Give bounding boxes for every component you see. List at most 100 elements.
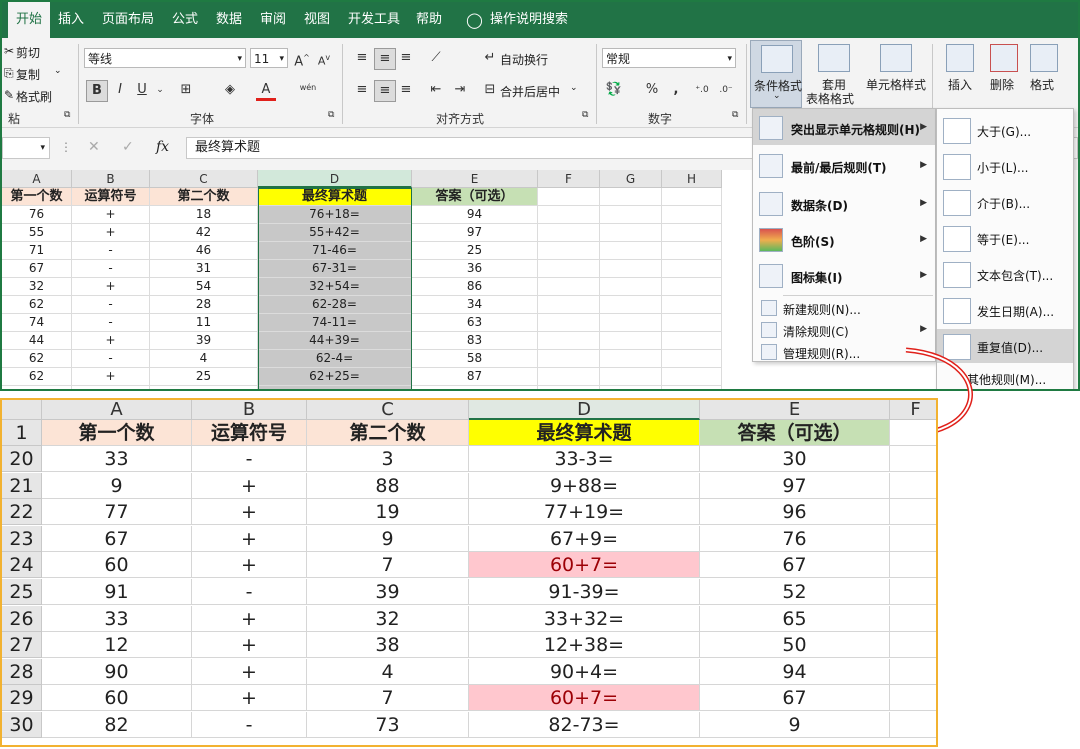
format-painter-icon[interactable]: ✎ [4,88,14,102]
row-header[interactable]: 29 [2,685,42,712]
table-cell[interactable]: + [192,552,307,579]
table-cell[interactable]: 82 [42,712,192,738]
header-cell[interactable]: 第二个数 [307,420,469,446]
table-cell[interactable]: 12+38= [469,632,700,659]
table-cell[interactable]: 73 [307,712,469,738]
tab-formulas[interactable]: 公式 [172,2,198,38]
row-header[interactable]: 26 [2,605,42,632]
select-all-corner[interactable] [2,400,42,420]
table-cell[interactable]: 52 [700,579,890,605]
table-cell[interactable] [538,206,600,224]
table-cell[interactable]: 67+9= [469,525,700,552]
table-cell[interactable] [662,206,722,224]
table-cell[interactable] [600,260,662,278]
table-cell[interactable]: 74 [2,314,72,332]
table-cell[interactable]: 39 [307,579,469,605]
percent-button[interactable]: % [642,80,662,100]
table-cell[interactable] [662,368,722,386]
zoomed-sheet-grid[interactable]: A B C D E F 1 第一个数 运算符号 第二个数 最终算术题 答案（可选） 20 33-3 33-3… [0,398,938,747]
column-header-f[interactable]: F [538,170,600,188]
table-cell[interactable]: 71 [2,242,72,260]
column-header-a[interactable]: A [2,170,72,188]
insert-cells-button[interactable]: 插入 [942,40,982,108]
accounting-format-icon[interactable]: 💱 [604,80,624,100]
fill-color-icon[interactable]: ◈ [220,80,240,100]
row-header[interactable]: 22 [2,499,42,526]
table-cell[interactable] [890,579,936,605]
menu-item-icon-sets[interactable]: 图标集(I) ▶ [753,257,935,293]
table-cell[interactable] [890,473,936,499]
menu-item-highlight-cell-rules[interactable]: 突出显示单元格规则(H) ▶ [753,109,935,145]
table-cell[interactable]: 55 [2,224,72,242]
chevron-down-icon[interactable]: ⌄ [150,80,170,100]
table-cell[interactable]: 77+19= [469,499,700,526]
table-cell[interactable]: 63 [412,314,538,332]
decrease-indent-icon[interactable]: ⇤ [426,80,446,100]
table-cell[interactable]: - [72,242,150,260]
table-cell[interactable]: 94 [700,658,890,685]
table-cell[interactable] [600,350,662,368]
table-cell[interactable] [538,224,600,242]
table-cell[interactable]: + [192,685,307,712]
table-cell[interactable]: 58 [412,350,538,368]
table-cell[interactable]: - [192,579,307,605]
align-left-icon[interactable]: ≡ [352,80,372,100]
table-cell[interactable] [890,499,936,526]
column-header-d[interactable]: D [469,400,700,420]
italic-button[interactable]: I [110,80,130,100]
table-cell[interactable] [538,188,600,206]
dialog-launcher-icon[interactable]: ⧉ [328,110,334,120]
table-cell[interactable]: 76 [700,525,890,552]
table-cell[interactable]: 39 [150,332,258,350]
table-cell[interactable]: 62 [2,350,72,368]
table-cell[interactable]: 30 [700,446,890,472]
table-cell[interactable] [890,632,936,659]
name-box[interactable]: ▾ [2,137,50,159]
column-header-b[interactable]: B [72,170,150,188]
menu-item-top-bottom-rules[interactable]: 最前/最后规则(T) ▶ [753,147,935,183]
increase-indent-icon[interactable]: ⇥ [450,80,470,100]
table-cell[interactable] [2,386,72,389]
table-cell[interactable]: + [72,224,150,242]
row-header[interactable]: 20 [2,446,42,472]
table-cell[interactable]: 67 [2,260,72,278]
duplicate-highlight-cell[interactable]: 60+7= [469,685,700,712]
table-cell[interactable] [662,224,722,242]
table-cell[interactable]: + [72,278,150,296]
wrap-text-icon[interactable]: ↵ [480,48,500,68]
tab-insert[interactable]: 插入 [58,2,84,38]
menu-item-clear-rules[interactable]: 清除规则(C) ▶ [753,319,935,341]
table-cell[interactable]: 54 [150,278,258,296]
table-cell[interactable]: 67 [42,525,192,552]
table-cell[interactable] [600,224,662,242]
submenu-item-greater-than[interactable]: 大于(G)... [937,113,1073,147]
table-cell[interactable]: + [192,605,307,632]
menu-item-color-scales[interactable]: 色阶(S) ▶ [753,221,935,257]
header-cell[interactable]: 第一个数 [2,188,72,206]
table-cell[interactable]: 44 [2,332,72,350]
table-cell[interactable]: + [192,658,307,685]
table-cell[interactable]: 36 [412,260,538,278]
table-cell[interactable]: + [72,206,150,224]
table-cell[interactable]: 7 [307,552,469,579]
submenu-item-date-occurring[interactable]: 发生日期(A)... [937,293,1073,327]
table-cell[interactable] [890,659,936,685]
bold-button[interactable]: B [86,80,108,102]
table-cell[interactable] [662,278,722,296]
confirm-icon[interactable]: ✓ [122,139,134,155]
header-cell[interactable]: 运算符号 [192,420,307,446]
column-header-c[interactable]: C [150,170,258,188]
table-cell[interactable]: 11 [150,314,258,332]
table-cell[interactable]: 65 [700,605,890,632]
chevron-down-icon[interactable]: ⌄ [54,66,62,76]
conditional-formatting-button[interactable]: 条件格式 ⌄ [750,40,802,108]
format-as-table-button[interactable]: 套用 表格格式 [806,40,862,108]
table-cell[interactable] [72,386,150,389]
column-header-d[interactable]: D [258,170,412,188]
table-cell[interactable]: 9 [307,525,469,552]
header-cell[interactable]: 第一个数 [42,420,192,446]
table-cell[interactable]: + [72,368,150,386]
column-header-e[interactable]: E [700,400,890,420]
table-cell[interactable]: 34 [412,296,538,314]
table-cell[interactable]: 12 [42,632,192,659]
